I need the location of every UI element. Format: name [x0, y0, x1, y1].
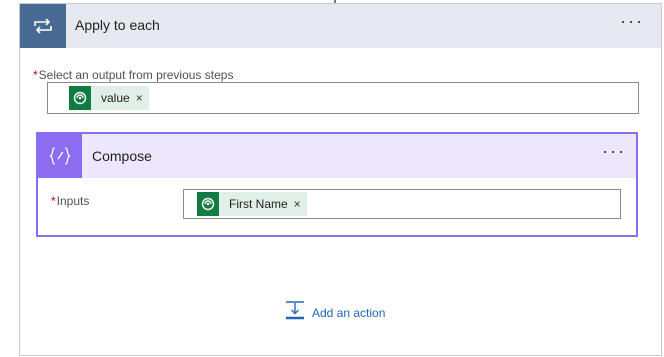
more-options-icon[interactable]: ··· — [602, 142, 626, 160]
apply-to-each-card: Apply to each ··· *Select an output from… — [19, 3, 662, 356]
more-options-icon[interactable]: ··· — [620, 12, 644, 30]
inputs-field[interactable]: First Name × — [183, 189, 621, 219]
inputs-label: *Inputs — [51, 194, 89, 208]
dataverse-icon — [197, 192, 219, 216]
value-token[interactable]: value × — [69, 86, 149, 110]
add-action-label: Add an action — [312, 305, 386, 320]
select-output-input[interactable]: value × — [47, 82, 639, 114]
remove-token-icon[interactable]: × — [294, 197, 301, 211]
required-marker: * — [51, 194, 56, 208]
curly-braces-icon — [38, 134, 82, 178]
compose-header[interactable]: Compose ··· — [38, 134, 636, 178]
compose-title: Compose — [92, 148, 152, 164]
first-name-token[interactable]: First Name × — [197, 192, 307, 216]
apply-to-each-header[interactable]: Apply to each ··· — [20, 4, 661, 48]
add-action-icon — [285, 300, 305, 325]
remove-token-icon[interactable]: × — [136, 91, 143, 105]
value-token-label: value — [101, 91, 130, 105]
required-marker: * — [33, 68, 38, 82]
apply-to-each-title: Apply to each — [75, 17, 160, 33]
loop-icon — [20, 4, 66, 48]
select-output-label-text: Select an output from previous steps — [38, 68, 234, 82]
compose-card: Compose ··· *Inputs First Name × — [36, 132, 638, 237]
add-action-button[interactable]: Add an action — [285, 300, 385, 325]
dataverse-icon — [69, 86, 91, 110]
first-name-token-label: First Name — [229, 197, 288, 211]
select-output-label: *Select an output from previous steps — [33, 68, 233, 82]
inputs-label-text: Inputs — [56, 194, 90, 208]
